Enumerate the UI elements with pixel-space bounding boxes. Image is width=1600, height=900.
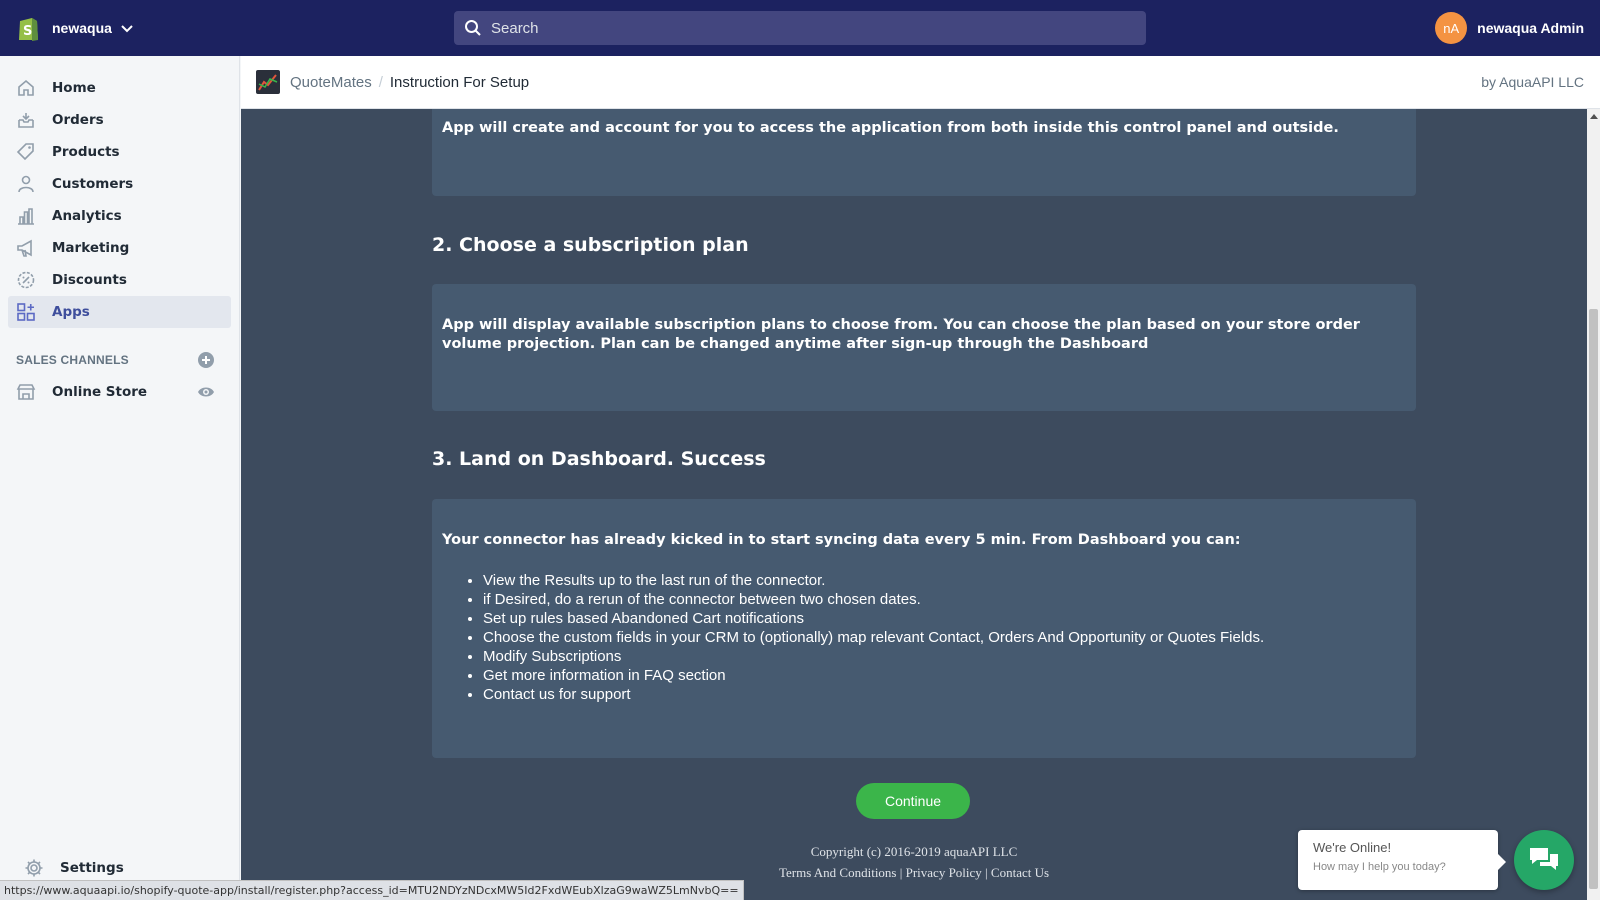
list-item: View the Results up to the last run of t…: [483, 571, 1264, 590]
step3-intro: Your connector has already kicked in to …: [442, 532, 1241, 548]
footer-divider: |: [899, 865, 903, 880]
sales-channels-label: SALES CHANNELS: [16, 353, 129, 367]
sidebar-item-home[interactable]: Home: [8, 72, 231, 104]
avatar: nA: [1435, 12, 1468, 44]
chat-subtitle: How may I help you today?: [1313, 861, 1446, 873]
step1-text: App will create and account for you to a…: [442, 120, 1339, 136]
developer-credit: by AquaAPI LLC: [1481, 74, 1584, 90]
orders-icon: [18, 113, 34, 128]
step1-card: App will create and account for you to a…: [432, 109, 1416, 196]
discount-icon: [17, 271, 35, 289]
breadcrumb-app-name[interactable]: QuoteMates: [290, 74, 372, 91]
breadcrumb-separator: /: [378, 73, 383, 91]
sidebar-item-discounts[interactable]: Discounts: [8, 264, 231, 296]
step3-feature-list: View the Results up to the last run of t…: [483, 571, 1264, 704]
sidebar-item-label: Home: [52, 80, 96, 96]
list-item: if Desired, do a rerun of the connector …: [483, 590, 1264, 609]
sidebar-item-online-store[interactable]: Online Store: [8, 376, 231, 408]
scroll-up-arrow-icon[interactable]: [1590, 114, 1598, 119]
person-icon: [18, 175, 34, 193]
chat-title: We're Online!: [1313, 840, 1392, 855]
home-icon: [18, 79, 34, 96]
store-switcher[interactable]: S newaqua: [16, 8, 134, 48]
content-scrollbar[interactable]: [1587, 109, 1600, 900]
list-item: Get more information in FAQ section: [483, 666, 1264, 685]
privacy-link[interactable]: Privacy Policy: [906, 865, 982, 880]
step2-text: App will display available subscription …: [442, 317, 1360, 352]
user-menu[interactable]: nA newaqua Admin: [1435, 12, 1584, 44]
step3-heading: 3. Land on Dashboard. Success: [432, 448, 766, 470]
chat-greeting-bubble[interactable]: We're Online! How may I help you today?: [1298, 830, 1506, 890]
chat-icon: [1530, 848, 1558, 870]
shopify-logo-icon: S: [19, 18, 38, 41]
store-name: newaqua: [52, 20, 112, 36]
continue-button[interactable]: Continue: [856, 783, 970, 819]
contact-link[interactable]: Contact Us: [991, 865, 1049, 880]
list-item: Contact us for support: [483, 685, 1264, 704]
list-item: Modify Subscriptions: [483, 647, 1264, 666]
tag-icon: [16, 143, 34, 161]
sidebar-item-label: Online Store: [52, 384, 148, 400]
app-content: App will create and account for you to a…: [241, 109, 1587, 900]
search-placeholder: Search: [491, 19, 539, 37]
footer-divider: |: [985, 865, 988, 880]
sidebar-item-label: Customers: [52, 176, 134, 192]
sidebar-item-label: Marketing: [52, 240, 130, 256]
quotemates-logo-icon: [256, 70, 280, 94]
open-chat-button[interactable]: [1514, 830, 1574, 890]
top-bar: S newaqua Search nA newaqua Admin: [0, 0, 1600, 56]
sidebar-item-analytics[interactable]: Analytics: [8, 200, 231, 232]
sidebar-item-label: Orders: [52, 112, 104, 128]
sidebar-item-label: Settings: [60, 860, 124, 876]
search-icon: [465, 20, 481, 36]
sidebar-item-label: Apps: [52, 304, 90, 320]
sidebar-item-label: Analytics: [52, 208, 122, 224]
app-header: QuoteMates / Instruction For Setup by Aq…: [241, 56, 1600, 109]
svg-text:S: S: [23, 24, 32, 39]
sidebar-item-marketing[interactable]: Marketing: [8, 232, 231, 264]
step2-heading: 2. Choose a subscription plan: [432, 234, 749, 256]
bar-chart-icon: [18, 208, 34, 225]
sidebar-nav: Home Orders Products Customers Analytics…: [0, 56, 239, 328]
user-name: newaqua Admin: [1477, 20, 1584, 36]
sidebar-item-label: Discounts: [52, 272, 127, 288]
browser-status-url: https://www.aquaapi.io/shopify-quote-app…: [0, 880, 744, 900]
list-item: Choose the custom fields in your CRM to …: [483, 628, 1264, 647]
store-icon: [16, 384, 36, 400]
eye-icon[interactable]: [197, 383, 215, 401]
apps-icon: [17, 303, 35, 321]
sidebar: Home Orders Products Customers Analytics…: [0, 56, 240, 900]
step3-card: Your connector has already kicked in to …: [432, 499, 1416, 758]
terms-link[interactable]: Terms And Conditions: [779, 865, 897, 880]
sidebar-item-orders[interactable]: Orders: [8, 104, 231, 136]
search-input[interactable]: Search: [454, 11, 1146, 45]
page-title: Instruction For Setup: [389, 73, 530, 91]
sidebar-item-products[interactable]: Products: [8, 136, 231, 168]
step2-card: App will display available subscription …: [432, 284, 1416, 411]
sidebar-item-apps[interactable]: Apps: [8, 296, 231, 328]
chevron-down-icon: [121, 25, 133, 33]
gear-icon: [25, 859, 43, 877]
megaphone-icon: [17, 239, 32, 257]
scrollbar-thumb[interactable]: [1589, 309, 1598, 889]
list-item: Set up rules based Abandoned Cart notifi…: [483, 609, 1264, 628]
sidebar-item-customers[interactable]: Customers: [8, 168, 231, 200]
sales-channels-header: SALES CHANNELS: [16, 346, 215, 374]
sidebar-item-label: Products: [52, 144, 120, 160]
add-sales-channel-icon[interactable]: [197, 351, 215, 369]
